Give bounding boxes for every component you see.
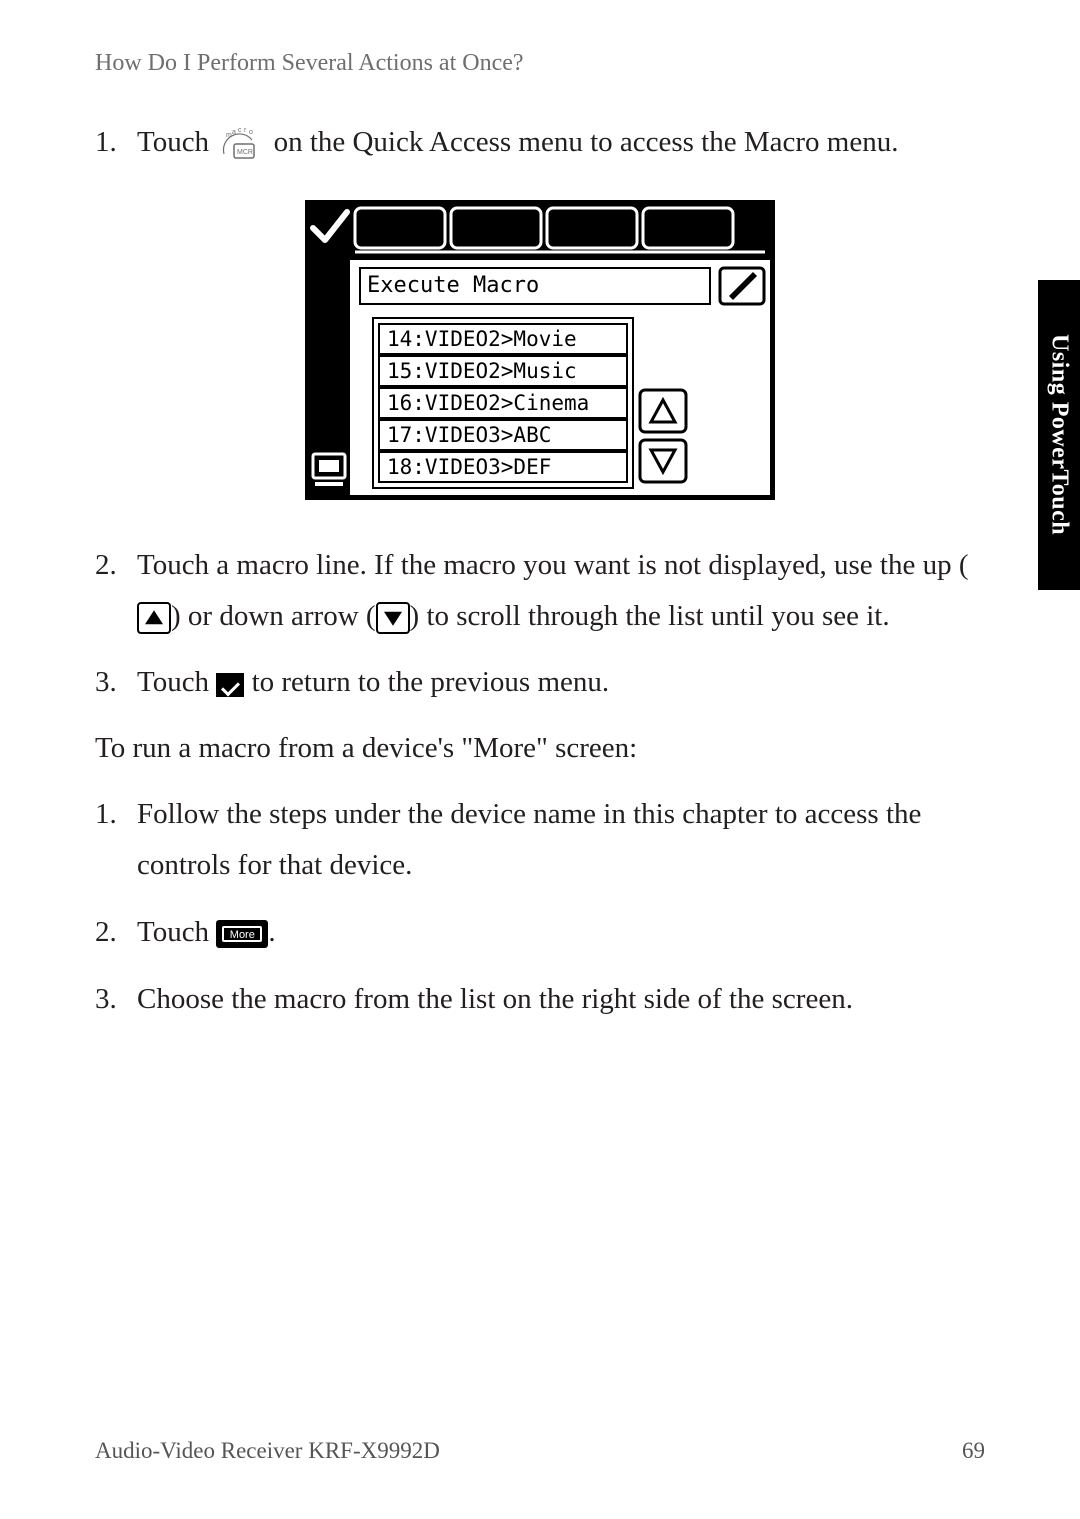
- down-arrow-icon: [376, 602, 410, 634]
- svg-text:o: o: [249, 129, 253, 136]
- svg-text:Execute Macro: Execute Macro: [367, 273, 539, 298]
- svg-text:c: c: [238, 127, 242, 134]
- step-body: Touch m a c r o MCR on the Quick Access …: [137, 117, 985, 168]
- footer-left: Audio-Video Receiver KRF-X9992D: [95, 1438, 440, 1464]
- step-number: 3.: [95, 974, 137, 1025]
- subheading: To run a macro from a device's "More" sc…: [95, 724, 985, 773]
- step-3: 3. Touch to return to the previous menu.: [95, 657, 985, 708]
- svg-text:MCR: MCR: [237, 149, 253, 156]
- step-body: Follow the steps under the device name i…: [137, 789, 985, 891]
- step-number: 1.: [95, 789, 137, 891]
- page-footer: Audio-Video Receiver KRF-X9992D 69: [95, 1438, 985, 1464]
- svg-text:a: a: [232, 129, 236, 136]
- step-text: Touch: [137, 666, 216, 698]
- step-text: to return to the previous menu.: [244, 666, 609, 698]
- step-text: Touch a macro line. If the macro you wan…: [137, 549, 968, 581]
- step-text: on the Quick Access menu to access the M…: [274, 126, 899, 158]
- page-header: How Do I Perform Several Actions at Once…: [95, 50, 985, 77]
- step-1: 1. Touch m a c r o MCR on the Quick Acce…: [95, 117, 985, 168]
- svg-text:17:VIDEO3>ABC: 17:VIDEO3>ABC: [387, 423, 551, 447]
- macro-icon: m a c r o MCR: [216, 126, 266, 162]
- b-step-1: 1. Follow the steps under the device nam…: [95, 789, 985, 891]
- up-arrow-icon: [137, 602, 171, 634]
- step-body: Touch to return to the previous menu.: [137, 657, 985, 708]
- svg-text:14:VIDEO2>Movie: 14:VIDEO2>Movie: [387, 327, 577, 351]
- svg-text:r: r: [244, 127, 247, 134]
- svg-text:16:VIDEO2>Cinema: 16:VIDEO2>Cinema: [387, 391, 589, 415]
- b-step-2: 2. Touch More.: [95, 907, 985, 958]
- step-number: 3.: [95, 657, 137, 708]
- step-body: Choose the macro from the list on the ri…: [137, 974, 985, 1025]
- step-text: ) to scroll through the list until you s…: [410, 600, 890, 632]
- device-screenshot: Execute Macro 14:VIDEO2>Movie 15:VIDEO2>…: [305, 200, 775, 500]
- footer-page-number: 69: [962, 1438, 985, 1464]
- step-2: 2. Touch a macro line. If the macro you …: [95, 540, 985, 642]
- check-icon: [216, 673, 244, 697]
- step-text: Touch: [137, 916, 216, 948]
- svg-text:15:VIDEO2>Music: 15:VIDEO2>Music: [387, 359, 577, 383]
- step-body: Touch More.: [137, 907, 985, 958]
- step-number: 2.: [95, 540, 137, 642]
- more-button-icon: More: [216, 920, 268, 948]
- step-number: 1.: [95, 117, 137, 168]
- step-text: ) or down arrow (: [171, 600, 376, 632]
- b-step-3: 3. Choose the macro from the list on the…: [95, 974, 985, 1025]
- more-label: More: [222, 926, 262, 942]
- step-text: Touch: [137, 126, 216, 158]
- side-tab: Using PowerTouch: [1038, 280, 1080, 590]
- step-text: .: [268, 916, 275, 948]
- step-number: 2.: [95, 907, 137, 958]
- step-body: Touch a macro line. If the macro you wan…: [137, 540, 985, 642]
- svg-text:18:VIDEO3>DEF: 18:VIDEO3>DEF: [387, 455, 551, 479]
